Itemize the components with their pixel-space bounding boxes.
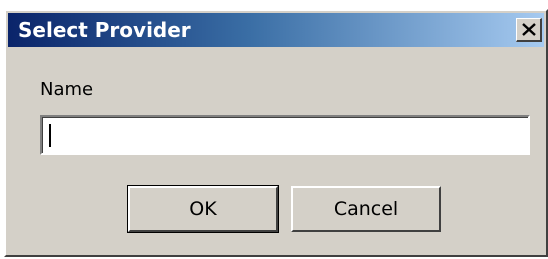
dialog-title: Select Provider <box>18 18 191 42</box>
close-icon <box>522 23 536 36</box>
text-caret <box>49 124 51 147</box>
title-bar[interactable]: Select Provider <box>8 13 544 47</box>
cancel-button[interactable]: Cancel <box>291 186 441 232</box>
select-provider-dialog: Select Provider Name OK Cancel <box>4 9 548 257</box>
name-input[interactable] <box>40 115 530 155</box>
name-label: Name <box>40 79 94 100</box>
ok-button[interactable]: OK <box>127 185 279 233</box>
close-button[interactable] <box>516 18 542 42</box>
